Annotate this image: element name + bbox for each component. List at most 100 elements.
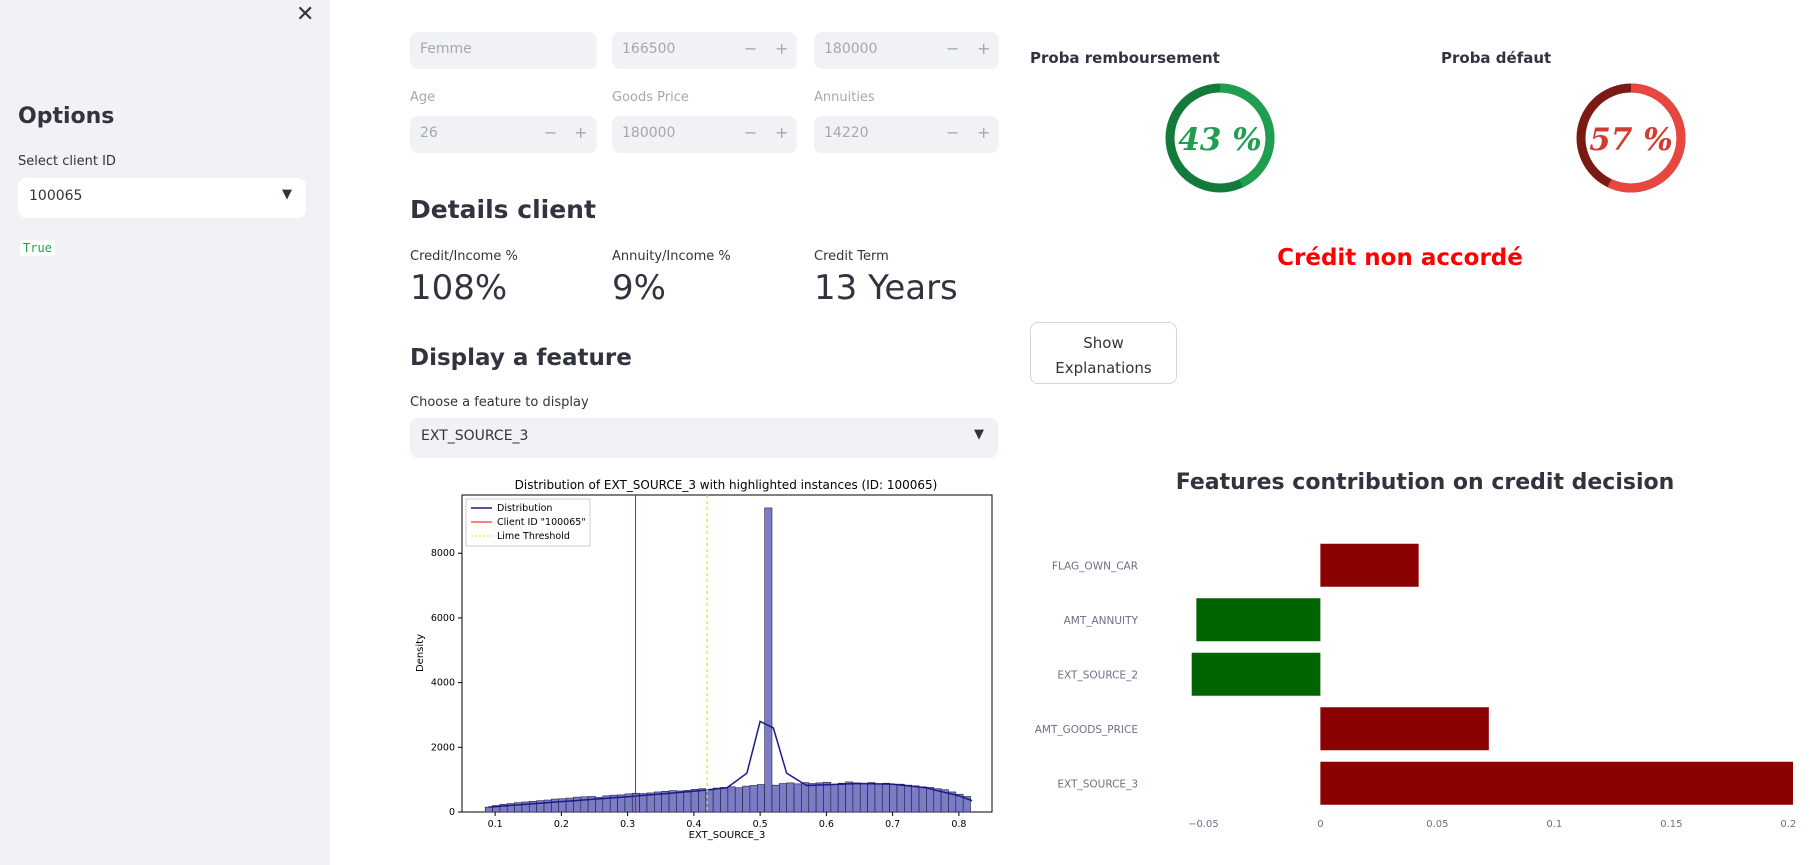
x-tick-label: 0.5 xyxy=(753,819,768,830)
legend-entry: Lime Threshold xyxy=(497,531,570,542)
contribution-bar xyxy=(1191,652,1321,696)
histogram-bar xyxy=(889,784,898,813)
histogram-bar xyxy=(808,783,817,813)
y-tick-label: 6000 xyxy=(431,613,455,624)
age-label: Age xyxy=(410,90,436,105)
histogram-bar xyxy=(712,787,721,813)
metric-label: Credit Term xyxy=(814,249,889,264)
x-tick-label: 0.7 xyxy=(885,819,900,830)
annuities-label: Annuities xyxy=(814,90,875,105)
metric-value: 9% xyxy=(612,268,666,308)
metric-label: Credit/Income % xyxy=(410,249,518,264)
goods-price-value: 180000 xyxy=(622,125,676,141)
annuities-input[interactable]: 14220 − + xyxy=(814,116,999,153)
histogram-bar xyxy=(727,786,736,813)
histogram-bar xyxy=(845,781,854,813)
category-label: EXT_SOURCE_2 xyxy=(1057,669,1138,681)
metric-value: 13 Years xyxy=(814,268,958,308)
income-input[interactable]: 166500 − + xyxy=(612,32,797,69)
x-tick-label: 0.1 xyxy=(1546,819,1562,830)
sidebar: ✕ Options Select client ID 100065 ▼ True xyxy=(0,0,330,865)
histogram-bar xyxy=(815,782,824,813)
histogram-bar xyxy=(859,783,868,813)
default-gauge: 57 % xyxy=(1576,83,1686,193)
histogram-bar xyxy=(801,782,810,813)
plus-icon[interactable]: + xyxy=(775,123,788,142)
repay-gauge-title: Proba remboursement xyxy=(1030,49,1220,67)
goods-price-label: Goods Price xyxy=(612,90,689,105)
feature-title: Display a feature xyxy=(410,345,632,371)
plus-icon[interactable]: + xyxy=(775,39,788,58)
minus-icon[interactable]: − xyxy=(946,123,959,142)
plus-icon[interactable]: + xyxy=(574,123,587,142)
minus-icon[interactable]: − xyxy=(946,39,959,58)
histogram-bar xyxy=(551,798,560,813)
histogram-bar xyxy=(573,796,582,813)
histogram-bar xyxy=(918,786,927,813)
credit-verdict: Crédit non accordé xyxy=(1277,245,1523,271)
x-tick-label: 0.3 xyxy=(620,819,635,830)
chart-legend: Distribution Client ID "100065" Lime Thr… xyxy=(465,498,591,547)
feature-contribution-chart: FLAG_OWN_CAR AMT_ANNUITY EXT_SOURCE_2 AMT_G… xyxy=(1035,543,1796,830)
plus-icon[interactable]: + xyxy=(977,123,990,142)
gender-input[interactable]: Femme xyxy=(410,32,597,69)
histogram-bar xyxy=(720,787,729,813)
chevron-down-icon: ▼ xyxy=(282,187,292,202)
button-label-line2: Explanations xyxy=(1055,358,1152,377)
credit-value: 180000 xyxy=(824,41,878,57)
age-value: 26 xyxy=(420,125,438,141)
sidebar-title: Options xyxy=(18,104,115,129)
x-tick-label: 0 xyxy=(1317,819,1323,830)
client-id-select[interactable]: 100065 ▼ xyxy=(18,178,306,218)
client-id-value: 100065 xyxy=(29,188,83,204)
close-sidebar-icon[interactable]: ✕ xyxy=(296,2,314,27)
histogram-bar xyxy=(771,784,780,813)
distribution-chart: Distribution of EXT_SOURCE_3 with highli… xyxy=(415,478,993,841)
annuities-value: 14220 xyxy=(824,125,869,141)
client-select-label: Select client ID xyxy=(18,154,116,169)
age-input[interactable]: 26 − + xyxy=(410,116,597,153)
flag-value: True xyxy=(20,240,55,256)
category-label: AMT_ANNUITY xyxy=(1064,615,1139,627)
chevron-down-icon: ▼ xyxy=(974,427,984,442)
x-tick-label: 0.1 xyxy=(488,819,503,830)
minus-icon[interactable]: − xyxy=(544,123,557,142)
x-tick-label: 0.6 xyxy=(819,819,834,830)
plus-icon[interactable]: + xyxy=(977,39,990,58)
histogram-bar xyxy=(779,783,787,813)
metric-value: 108% xyxy=(410,268,508,308)
contribution-bar xyxy=(1320,543,1419,587)
histogram-bar xyxy=(896,783,905,813)
x-tick-label: −0.05 xyxy=(1188,819,1219,830)
metric-label: Annuity/Income % xyxy=(612,249,731,264)
histogram-bar xyxy=(830,783,839,813)
repay-gauge: 43 % xyxy=(1165,83,1275,193)
credit-input[interactable]: 180000 − + xyxy=(814,32,999,69)
histogram-bar xyxy=(786,782,795,813)
repay-gauge-value: 43 % xyxy=(1178,122,1261,158)
histogram-bar xyxy=(698,788,707,813)
y-tick-label: 2000 xyxy=(431,742,455,753)
button-label-line1: Show xyxy=(1083,333,1124,352)
income-value: 166500 xyxy=(622,41,676,57)
goods-price-input[interactable]: 180000 − + xyxy=(612,116,797,153)
histogram-bar xyxy=(904,784,913,813)
histogram-bar xyxy=(867,782,876,813)
feature-select[interactable]: EXT_SOURCE_3 ▼ xyxy=(410,418,998,458)
category-label: EXT_SOURCE_3 xyxy=(1057,778,1138,790)
x-axis-label: EXT_SOURCE_3 xyxy=(689,830,766,841)
x-tick-label: 0.2 xyxy=(554,819,569,830)
minus-icon[interactable]: − xyxy=(744,39,757,58)
details-title: Details client xyxy=(410,195,596,224)
histogram-bar xyxy=(756,784,765,813)
feature-select-label: Choose a feature to display xyxy=(410,395,589,410)
show-explanations-button[interactable]: Show Explanations xyxy=(1030,322,1177,384)
minus-icon[interactable]: − xyxy=(744,123,757,142)
histogram-bar xyxy=(852,782,861,813)
y-tick-label: 8000 xyxy=(431,548,455,559)
histogram-bar xyxy=(690,789,699,813)
contribution-bar xyxy=(1196,598,1321,642)
y-tick-label: 4000 xyxy=(431,678,455,689)
histogram-bar xyxy=(742,785,751,813)
x-tick-label: 0.05 xyxy=(1426,819,1448,830)
